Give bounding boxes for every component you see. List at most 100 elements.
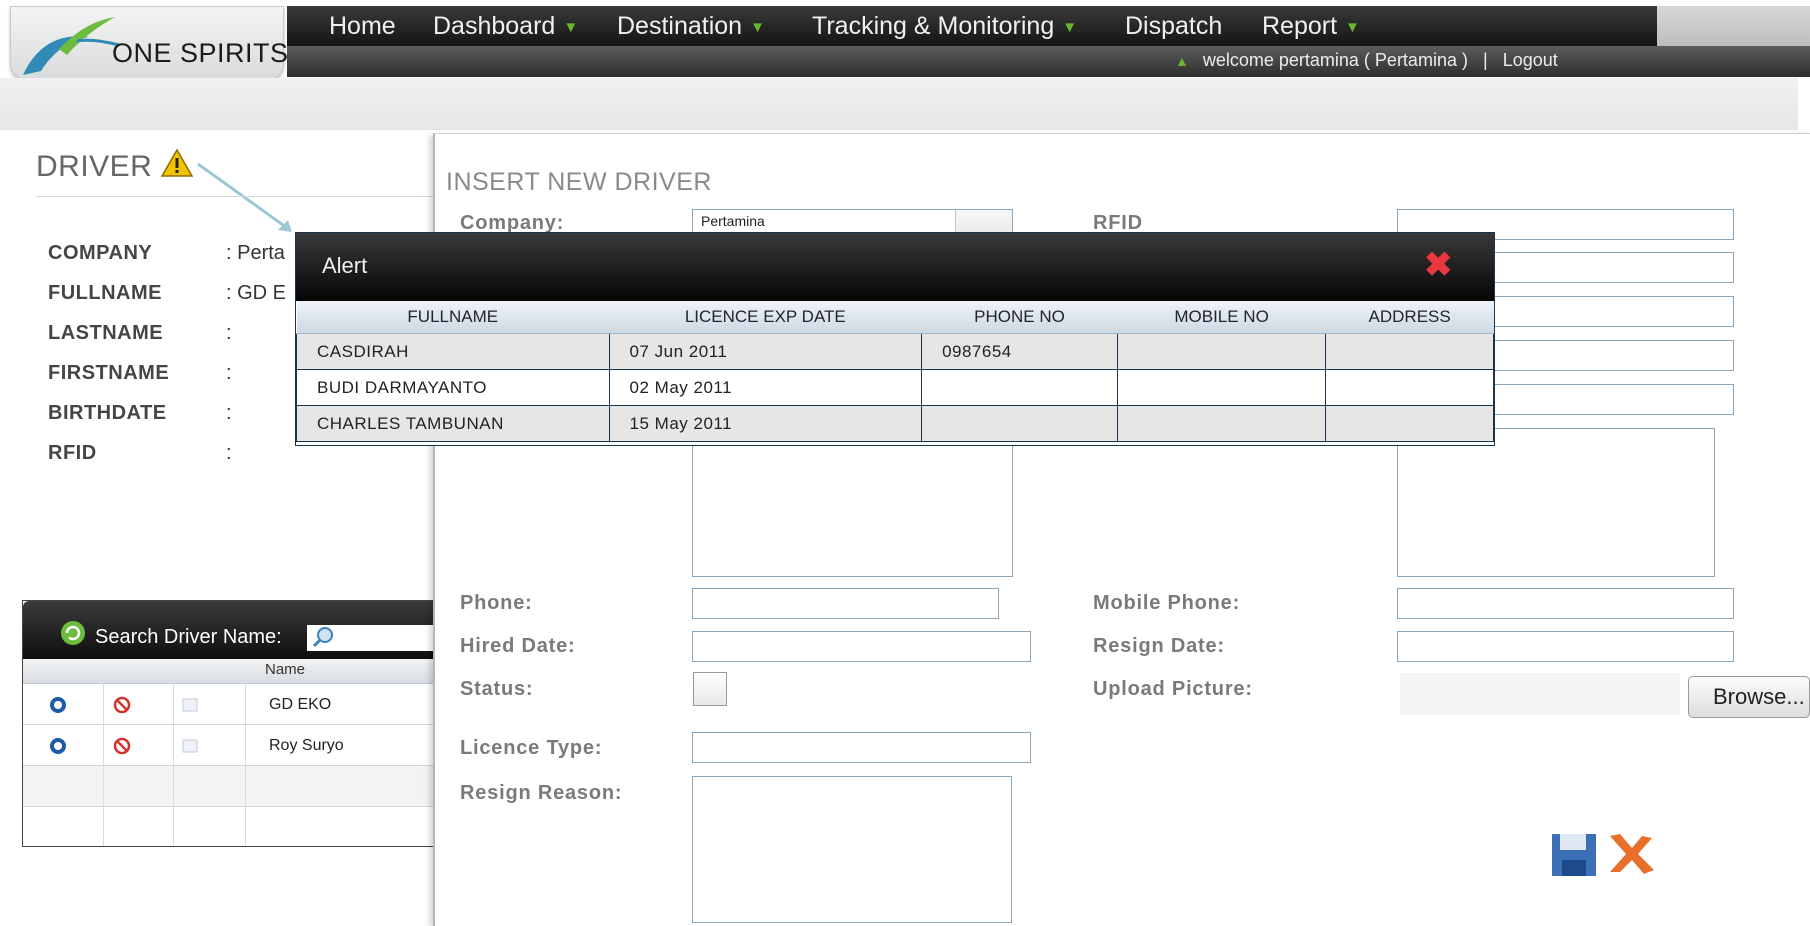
table-row-empty [23, 766, 443, 807]
licence-type-label: Licence Type: [460, 737, 603, 759]
grid-header: Search Driver Name: [23, 601, 451, 659]
table-row[interactable]: BUDI DARMAYANTO 02 May 2011 [296, 369, 1494, 406]
status-label: Status: [460, 678, 534, 700]
save-icon[interactable] [1550, 830, 1598, 878]
mobile-cell [1116, 405, 1327, 442]
top-navigation: Home Dashboard ▼ Destination ▼ Tracking & … [287, 6, 1657, 46]
hired-date-input[interactable] [692, 631, 1031, 662]
mobile-phone-input[interactable] [1397, 588, 1734, 619]
welcome-area: ▲ welcome pertamina ( Pertamina ) | Logou… [1175, 50, 1558, 71]
notes-textarea[interactable] [692, 430, 1013, 577]
chevron-down-icon: ▼ [750, 18, 765, 36]
alert-table: FULLNAME LICENCE EXP DATE PHONE NO MOBIL… [296, 301, 1494, 442]
nav-report-label: Report [1262, 12, 1338, 40]
logo-text: ONE SPIRITS [112, 38, 289, 68]
nav-destination[interactable]: Destination ▼ [617, 12, 765, 41]
nav-report[interactable]: Report ▼ [1262, 12, 1360, 41]
licence-exp-cell: 15 May 2011 [608, 405, 923, 442]
info-icon[interactable] [49, 737, 67, 755]
resign-date-input[interactable] [1397, 631, 1734, 662]
resign-date-label: Resign Date: [1093, 635, 1225, 657]
insert-driver-title: INSERT NEW DRIVER [446, 168, 712, 196]
column-header[interactable]: MOBILE NO [1117, 301, 1326, 334]
nav-dashboard[interactable]: Dashboard ▼ [433, 12, 578, 41]
status-checkbox[interactable] [693, 672, 727, 706]
callout-arrow [197, 162, 292, 232]
column-header[interactable]: FULLNAME [296, 301, 610, 334]
mobile-phone-label: Mobile Phone: [1093, 592, 1241, 614]
phone-cell [921, 369, 1118, 406]
licence-exp-cell: 02 May 2011 [608, 369, 923, 406]
chevron-down-icon: ▼ [563, 18, 579, 36]
fullname-value: : GD E [226, 282, 287, 304]
warning-icon[interactable] [160, 148, 194, 178]
alert-table-header: FULLNAME LICENCE EXP DATE PHONE NO MOBIL… [296, 301, 1494, 334]
nav-home[interactable]: Home [329, 12, 396, 41]
company-label: COMPANY [48, 242, 153, 264]
company-select-value: Pertamina [701, 213, 765, 229]
column-header[interactable]: ADDRESS [1325, 301, 1494, 334]
column-name-header[interactable]: Name [265, 661, 305, 678]
driver-name-cell: Roy Suryo [269, 737, 344, 754]
column-header[interactable]: LICENCE EXP DATE [609, 301, 922, 334]
upload-file-field[interactable] [1400, 673, 1680, 715]
sub-header-band [0, 78, 1798, 130]
firstname-value: : [226, 362, 232, 384]
grid-column-header: Name [23, 659, 443, 684]
phone-cell: 0987654 [921, 333, 1118, 370]
logout-link[interactable]: Logout [1503, 50, 1558, 70]
nav-dispatch-label: Dispatch [1125, 12, 1223, 40]
driver-grid: Search Driver Name: Name GD EKO Roy Sury… [22, 600, 451, 847]
nav-tracking-monitoring[interactable]: Tracking & Monitoring ▼ [812, 12, 1077, 41]
table-row[interactable]: GD EKO [23, 684, 443, 725]
alert-titlebar: Alert ✖ [296, 233, 1494, 301]
welcome-text: welcome pertamina ( Pertamina ) [1202, 50, 1468, 70]
separator: | [1482, 50, 1488, 70]
phone-input[interactable] [692, 588, 999, 619]
edit-icon[interactable] [181, 737, 199, 755]
header-right-fill [1657, 6, 1810, 46]
table-row[interactable]: CHARLES TAMBUNAN 15 May 2011 [296, 405, 1494, 442]
delete-icon[interactable] [113, 696, 131, 714]
address-textarea[interactable] [1397, 428, 1715, 577]
phone-cell [921, 405, 1118, 442]
refresh-icon[interactable] [59, 619, 87, 647]
mobile-cell [1116, 369, 1327, 406]
delete-icon[interactable] [113, 737, 131, 755]
fullname-cell: BUDI DARMAYANTO [296, 369, 610, 406]
alert-dialog: Alert ✖ FULLNAME LICENCE EXP DATE PHONE … [295, 232, 1495, 446]
table-row[interactable]: CASDIRAH 07 Jun 2011 0987654 [296, 333, 1494, 370]
mobile-cell [1116, 333, 1327, 370]
nav-dispatch[interactable]: Dispatch [1125, 12, 1222, 41]
edit-icon[interactable] [181, 696, 199, 714]
user-bar [287, 46, 1810, 77]
info-icon[interactable] [49, 696, 67, 714]
nav-tracking-label: Tracking & Monitoring [812, 12, 1055, 40]
resign-reason-textarea[interactable] [692, 776, 1012, 923]
column-header[interactable]: PHONE NO [921, 301, 1118, 334]
hired-date-label: Hired Date: [460, 635, 576, 657]
chevron-down-icon: ▼ [1345, 18, 1360, 36]
phone-label: Phone: [460, 592, 533, 614]
browse-button[interactable]: Browse... [1688, 676, 1810, 718]
table-row[interactable]: Roy Suryo [23, 725, 443, 766]
address-cell [1325, 405, 1494, 442]
nav-dashboard-label: Dashboard [433, 12, 556, 40]
driver-heading: DRIVER [36, 150, 153, 183]
close-icon[interactable]: ✖ [1424, 245, 1453, 285]
licence-type-input[interactable] [692, 732, 1031, 763]
birthdate-label: BIRTHDATE [48, 402, 167, 424]
birthdate-value: : [226, 402, 232, 424]
licence-exp-cell: 07 Jun 2011 [608, 333, 923, 370]
fullname-cell: CASDIRAH [296, 333, 610, 370]
fullname-label: FULLNAME [48, 282, 162, 304]
search-driver-label: Search Driver Name: [95, 626, 282, 648]
search-icon[interactable] [311, 625, 335, 649]
grid-divider [245, 683, 246, 846]
grid-divider [173, 683, 174, 846]
address-cell [1325, 333, 1494, 370]
cancel-icon[interactable] [1604, 830, 1656, 878]
address-cell [1325, 369, 1494, 406]
chevron-down-icon: ▼ [1062, 18, 1078, 36]
upload-picture-label: Upload Picture: [1093, 678, 1253, 700]
